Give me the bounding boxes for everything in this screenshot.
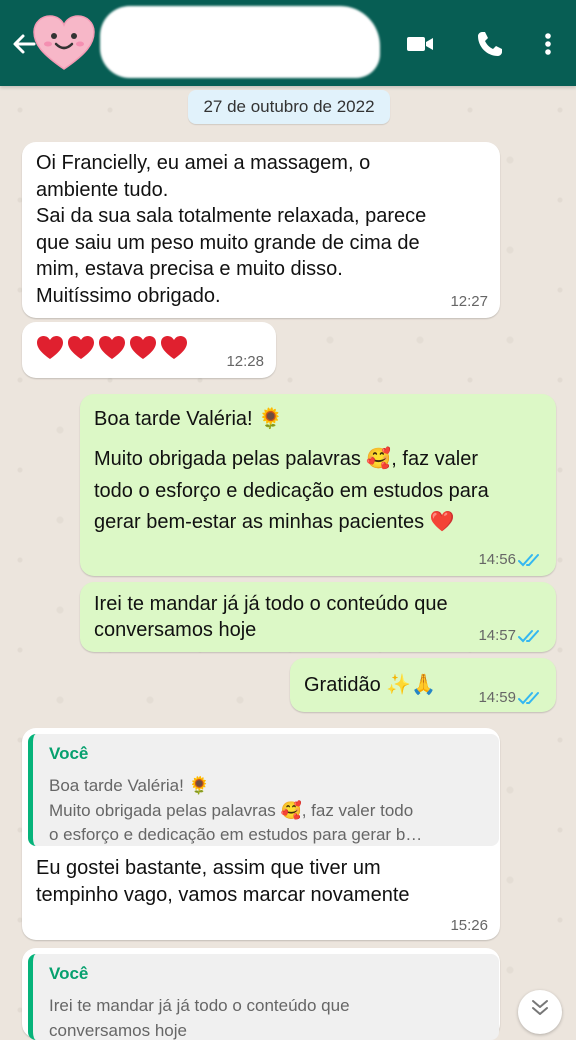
incoming-message[interactable]: 12:28 [22, 322, 276, 378]
message-time: 12:27 [450, 293, 488, 310]
quote-line: Muito obrigada pelas palavras 🥰, faz val… [49, 801, 414, 820]
message-line: Gratidão ✨🙏 [304, 674, 437, 696]
quote-line: Irei te mandar já já todo o conteúdo que [49, 996, 350, 1015]
message-line: ambiente tudo. [36, 178, 169, 201]
message-line: Boa tarde Valéria! 🌻 [94, 408, 284, 430]
message-line: Eu gostei bastante, assim que tiver um [36, 857, 381, 879]
message-line: Muitíssimo obrigado. [36, 284, 221, 307]
heart-emoji [161, 336, 187, 359]
message-line: Sai da sua sala totalmente relaxada, par… [36, 205, 427, 227]
contact-name-redacted[interactable] [100, 6, 380, 78]
message-line: tempinho vago, vamos marcar novamente [36, 884, 410, 906]
outgoing-message[interactable]: Boa tarde Valéria! 🌻 Muito obrigada pela… [80, 394, 556, 576]
message-time: 14:59 [478, 689, 516, 706]
incoming-reply-message[interactable]: Você Boa tarde Valéria! 🌻 Muito obrigada… [22, 728, 500, 940]
heart-emoji [37, 336, 63, 359]
message-line: gerar bem-estar as minhas pacientes ❤️ [94, 511, 455, 533]
read-ticks-icon [518, 630, 539, 643]
message-time: 14:56 [478, 551, 516, 568]
message-line: Oi Francielly, eu amei a massagem, o [36, 152, 371, 174]
message-time: 14:57 [478, 627, 516, 644]
chat-header: … [0, 0, 576, 86]
quote-line: o esforço e dedicação em estudos para ge… [49, 825, 423, 844]
message-line: conversamos hoje [94, 619, 257, 641]
hearts-emoji-row [36, 335, 191, 361]
phone-icon[interactable] [474, 28, 506, 60]
avatar[interactable] [32, 14, 96, 72]
quote-line: conversamos hoje [49, 1021, 187, 1040]
more-options-icon[interactable] [532, 28, 564, 60]
outgoing-message[interactable]: Irei te mandar já já todo o conteúdo que… [80, 582, 556, 652]
heart-emoji [68, 336, 94, 359]
quoted-message[interactable]: Você Boa tarde Valéria! 🌻 Muito obrigada… [28, 734, 499, 846]
double-chevron-down-icon [532, 1000, 548, 1015]
quote-author: Você [49, 964, 89, 983]
quote-line: Boa tarde Valéria! 🌻 [49, 776, 210, 795]
message-line: Irei te mandar já já todo o conteúdo que [94, 593, 448, 615]
read-ticks-icon [518, 554, 539, 567]
heart-emoji [99, 336, 125, 359]
contact-name-ellipsis: … [352, 32, 379, 62]
read-ticks-icon [518, 692, 539, 705]
message-time: 12:28 [226, 353, 264, 370]
message-line: Muito obrigada pelas palavras 🥰, faz val… [94, 448, 478, 470]
video-call-icon[interactable] [404, 28, 436, 60]
outgoing-message[interactable]: Gratidão ✨🙏 14:59 [290, 658, 556, 712]
heart-emoji [130, 336, 156, 359]
quote-author: Você [49, 744, 89, 763]
message-line: todo o esforço e dedicação em estudos pa… [94, 480, 489, 502]
scroll-to-bottom-button[interactable] [518, 990, 562, 1034]
message-line: que saiu um peso muito grande de cima de [36, 231, 420, 254]
date-separator: 27 de outubro de 2022 [188, 90, 390, 124]
message-time: 15:26 [450, 917, 488, 934]
quoted-message[interactable]: Você Irei te mandar já já todo o conteúd… [28, 954, 499, 1040]
message-line: mim, estava precisa e muito disso. [36, 258, 343, 280]
incoming-message[interactable]: Oi Francielly, eu amei a massagem, o amb… [22, 142, 500, 318]
incoming-reply-message[interactable]: Você Irei te mandar já já todo o conteúd… [22, 948, 500, 1040]
message-text: Oi Francielly, eu amei a massagem, o amb… [36, 150, 426, 309]
